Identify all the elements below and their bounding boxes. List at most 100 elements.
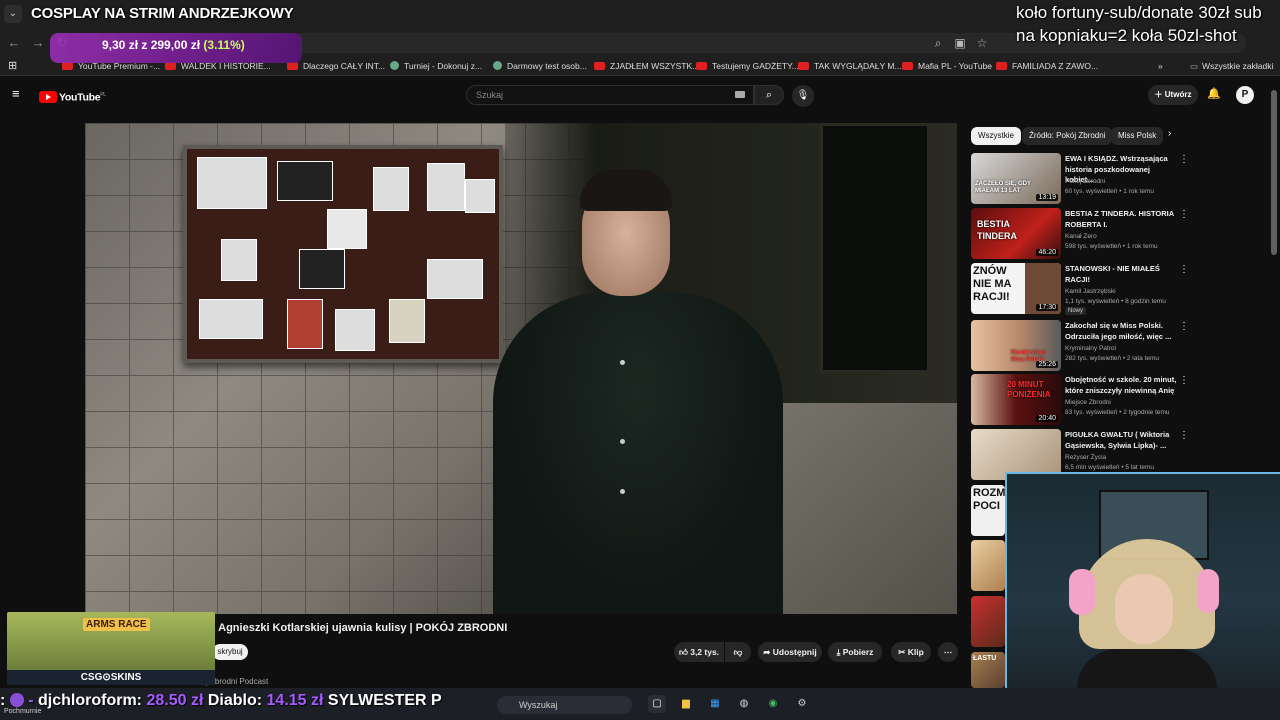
donate-info-overlay: koło fortuny-sub/donate 30zł sub na kopn… — [1016, 3, 1262, 45]
share-label: Udostępnij — [772, 647, 817, 657]
recommendation-title[interactable]: PIGUŁKA GWAŁTU ( Wiktoria Gąsiewska, Syl… — [1065, 430, 1177, 451]
more-vert-icon[interactable]: ⋮ — [1179, 155, 1189, 165]
recommendation-item[interactable]: 20 MINUT PONIŻENIA 20:40 Obojętność w sz… — [971, 374, 1201, 426]
recommendation-item[interactable]: BESTIA TINDERA 46:20 BESTIA Z TINDERA. H… — [971, 208, 1201, 260]
board-photo — [277, 161, 333, 201]
thumbs-down-icon: 👎︎ — [733, 647, 743, 657]
avatar[interactable]: P — [1236, 86, 1254, 104]
video-thumbnail[interactable] — [971, 596, 1005, 647]
file-explorer-icon[interactable]: ▆ — [677, 695, 695, 713]
chevron-right-icon[interactable]: › — [1168, 128, 1171, 139]
menu-icon[interactable]: ≡ — [12, 87, 26, 101]
recommendation-title[interactable]: BESTIA Z TINDERA. HISTORIA ROBERTA I. — [1065, 209, 1177, 230]
cast-icon[interactable]: ▣ — [950, 33, 970, 53]
more-vert-icon[interactable]: ⋮ — [1179, 322, 1189, 332]
scrollbar[interactable] — [1271, 90, 1277, 255]
all-bookmarks-folder[interactable]: ▭ Wszystkie zakładki — [1190, 59, 1273, 73]
back-icon[interactable]: ← — [5, 34, 23, 52]
microphone-icon[interactable]: 🎙 — [792, 85, 814, 107]
board-photo — [465, 179, 495, 213]
bookmark-item[interactable]: ZJADŁEM WSZYSTK... — [594, 59, 699, 73]
search-input[interactable]: Szukaj — [466, 85, 754, 105]
subscribe-button[interactable]: skrybuj — [212, 644, 248, 660]
recommendation-channel[interactable]: Pokój Zbrodni — [1065, 178, 1105, 185]
keyboard-icon[interactable] — [735, 91, 745, 98]
video-thumbnail[interactable]: 20 MINUT PONIŻENIA 20:40 — [971, 374, 1061, 425]
video-thumbnail[interactable]: ROZM POCI — [971, 485, 1005, 536]
youtube-logo[interactable]: YouTubePL — [39, 88, 106, 104]
board-photo — [327, 209, 367, 249]
more-vert-icon[interactable]: ⋮ — [1179, 431, 1189, 441]
recommendation-title[interactable]: Zakochał się w Miss Polski. Odrzuciła je… — [1065, 321, 1177, 342]
bookmark-item[interactable]: Testujemy GADŻETY... — [696, 59, 799, 73]
video-thumbnail[interactable]: BESTIA TINDERA 46:20 — [971, 208, 1061, 259]
bookmark-item[interactable]: FAMILIADA Z ZAWO... — [996, 59, 1098, 73]
recommendation-channel[interactable]: Kryminalny Patrol — [1065, 345, 1116, 352]
bookmark-label: ZJADŁEM WSZYSTK... — [610, 61, 700, 71]
video-player[interactable] — [85, 123, 957, 614]
recommendation-meta: 598 tys. wyświetleń • 1 rok temu — [1065, 243, 1158, 250]
download-button[interactable]: ⤓ Pobierz — [828, 642, 882, 662]
evidence-board — [183, 145, 503, 363]
recommendation-channel[interactable]: Reżyser Życia — [1065, 454, 1106, 461]
logo-text: YouTube — [59, 91, 101, 104]
streamer-face — [1115, 574, 1173, 644]
youtube-favicon-icon — [594, 62, 605, 70]
bookmark-label: Dlaczego CAŁY INT... — [303, 61, 386, 71]
zoom-icon[interactable]: ⌕ — [928, 33, 948, 53]
recommendation-item[interactable]: Morderstwo Miss Polski 25:26 Zakochał si… — [971, 320, 1201, 372]
chip-source[interactable]: Źródło: Pokój Zbrodni — [1022, 127, 1113, 145]
video-thumbnail[interactable]: ZNÓW NIE MA RACJI! 17:30 — [971, 263, 1061, 314]
recommendation-channel[interactable]: Kanał Zero — [1065, 233, 1097, 240]
bookmark-label: Turniej - Dokonuj z... — [404, 61, 483, 71]
settings-icon[interactable]: ⚙ — [793, 695, 811, 713]
video-thumbnail[interactable]: ŁASTU — [971, 652, 1005, 688]
app-icon[interactable]: ◍ — [735, 695, 753, 713]
recommendation-item[interactable]: ZNÓW NIE MA RACJI! 17:30 STANOWSKI - NIE… — [971, 263, 1201, 315]
apps-icon[interactable]: ⊞ — [8, 59, 17, 73]
channel-name[interactable]: j Zbrodni Podcast — [206, 677, 268, 686]
star-icon[interactable]: ☆ — [972, 33, 992, 53]
chrome-icon[interactable]: ◉ — [764, 695, 782, 713]
more-vert-icon[interactable]: ⋮ — [1179, 376, 1189, 386]
headset-cup — [1197, 569, 1219, 613]
bookmark-item[interactable]: Mafia PL - YouTube — [902, 59, 992, 73]
bookmark-item[interactable]: Dlaczego CAŁY INT... — [287, 59, 385, 73]
bell-icon[interactable]: 🔔 — [1207, 87, 1221, 103]
board-photo — [373, 167, 409, 211]
recommendation-channel[interactable]: Miejsce Zbrodni — [1065, 399, 1111, 406]
shirt-button — [620, 489, 625, 494]
bookmark-item[interactable]: TAK WYGLĄDAŁY M... — [798, 59, 902, 73]
video-thumbnail[interactable]: ZACZĘŁO SIĘ, GDY MIAŁAM 13 LAT 13:19 — [971, 153, 1061, 204]
video-thumbnail[interactable] — [971, 540, 1005, 591]
chip-all[interactable]: Wszystkie — [971, 127, 1021, 145]
thumbnail-text: BESTIA TINDERA — [977, 219, 1017, 241]
more-bookmarks-icon[interactable]: » — [1158, 59, 1163, 73]
task-view-icon[interactable]: ▢ — [648, 695, 666, 713]
youtube-favicon-icon — [62, 62, 73, 70]
more-vert-icon[interactable]: ⋮ — [1179, 265, 1189, 275]
share-button[interactable]: ➦ Udostępnij — [758, 642, 822, 662]
clip-button[interactable]: ✂ Klip — [891, 642, 931, 662]
store-icon[interactable]: ▦ — [706, 695, 724, 713]
video-thumbnail[interactable]: Morderstwo Miss Polski 25:26 — [971, 320, 1061, 371]
create-button[interactable]: ＋ Utwórz — [1148, 85, 1198, 105]
search-icon[interactable]: ⌕ — [754, 85, 784, 105]
forward-icon[interactable]: → — [29, 34, 47, 52]
recommendation-title[interactable]: Obojętność w szkole. 20 minut, które zni… — [1065, 375, 1177, 396]
more-actions-icon[interactable]: ⋯ — [938, 642, 958, 662]
chip-miss-polski[interactable]: Miss Polsk — [1111, 127, 1164, 145]
bookmark-item[interactable]: Darmowy test osob... — [493, 59, 587, 73]
tab-search-icon[interactable]: ⌄ — [4, 5, 22, 23]
board-photo — [199, 299, 263, 339]
bookmark-label: FAMILIADA Z ZAWO... — [1012, 61, 1099, 71]
recommendation-title[interactable]: STANOWSKI - NIE MIAŁEŚ RACJI! — [1065, 264, 1177, 285]
bookmark-item[interactable]: Turniej - Dokonuj z... — [390, 59, 482, 73]
dislike-button[interactable]: 👎︎ — [725, 642, 751, 662]
like-button[interactable]: 👍︎ 3,2 tys. — [674, 642, 724, 662]
logo-region: PL — [100, 92, 106, 98]
recommendation-channel[interactable]: Kamil Jastrzębski — [1065, 288, 1116, 295]
more-vert-icon[interactable]: ⋮ — [1179, 210, 1189, 220]
recommendation-item[interactable]: ZACZĘŁO SIĘ, GDY MIAŁAM 13 LAT 13:19 EWA… — [971, 153, 1201, 205]
presenter-hair — [580, 169, 672, 211]
